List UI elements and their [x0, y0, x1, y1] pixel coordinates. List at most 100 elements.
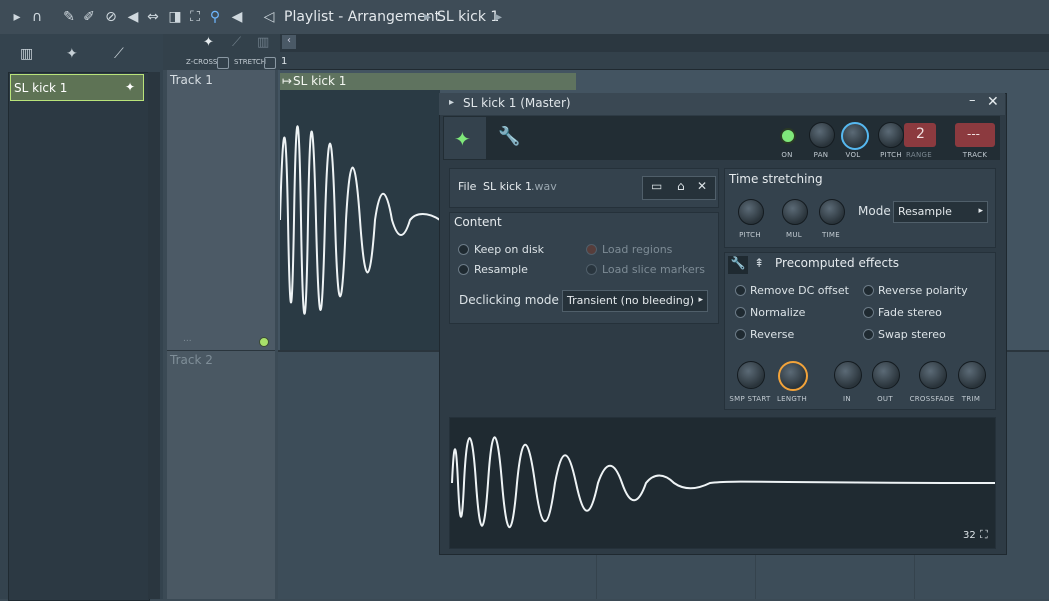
zoom-icon[interactable]: ⚲ [206, 8, 224, 26]
vol-label: VOL [845, 151, 861, 159]
browser-item[interactable]: SL kick 1 ✦ [10, 74, 144, 101]
breadcrumb-sep-icon: ▸ [424, 9, 432, 25]
swap-stereo-radio[interactable] [863, 329, 874, 340]
breadcrumb-arrow-icon[interactable]: ▸ [495, 9, 502, 25]
browser-list [8, 72, 150, 601]
fx-marker-icon[interactable]: ⇞ [754, 256, 764, 270]
wrench-tab-icon[interactable]: 🔧 [498, 126, 520, 147]
reverse-polarity-label: Reverse polarity [878, 284, 968, 297]
ts-pitch-knob[interactable] [738, 199, 764, 225]
swap-stereo-label: Swap stereo [878, 328, 946, 341]
tab-sample[interactable]: ✦ [444, 117, 486, 159]
load-slice-markers-radio[interactable] [586, 264, 597, 275]
crossfade-label: CROSSFADE [909, 395, 955, 403]
pan-knob[interactable] [809, 122, 835, 148]
track-1-header[interactable]: Track 1 ... [167, 70, 275, 350]
piano-icon[interactable]: ▥ [20, 46, 33, 62]
keep-on-disk-label: Keep on disk [474, 243, 545, 256]
audio-icon[interactable]: ✦ [66, 46, 78, 62]
remove-dc-radio[interactable] [735, 285, 746, 296]
breadcrumb-pattern[interactable]: SL kick 1 [437, 9, 499, 25]
declicking-label: Declicking mode [459, 293, 559, 307]
normalize-label: Normalize [750, 306, 806, 319]
audio-clip-body[interactable] [279, 90, 441, 350]
fx-wrench-icon[interactable]: 🔧 [728, 256, 748, 274]
track-1-led-icon[interactable] [259, 337, 269, 347]
mute-icon[interactable]: ◀ [124, 8, 142, 26]
breadcrumb-playlist[interactable]: Playlist - Arrangement [284, 9, 440, 25]
speaker-icon[interactable]: ◁ [260, 8, 278, 26]
fade-stereo-radio[interactable] [863, 307, 874, 318]
ts-mul-label: MUL [786, 231, 802, 239]
clip-arrow-icon: ↦ [282, 74, 293, 88]
audio-tool-icon[interactable]: ✦ [203, 35, 214, 50]
automation-tool-icon[interactable]: ⟋ [232, 35, 241, 50]
paint-icon[interactable]: ✐ [80, 8, 98, 26]
track-value: --- [967, 127, 980, 141]
declicking-value: Transient (no bleeding) [567, 294, 695, 307]
ts-mul-knob[interactable] [782, 199, 808, 225]
select-icon[interactable]: ⛶ [186, 8, 204, 26]
mode-dropdown[interactable]: Resample ▸ [893, 201, 988, 223]
time-stretching-title: Time stretching [729, 172, 823, 186]
window-menu-arrow-icon[interactable]: ▸ [449, 97, 454, 108]
range-display[interactable]: 2 [904, 123, 936, 147]
slice-icon[interactable]: ◨ [166, 8, 184, 26]
arrow-right-icon[interactable]: ▸ [8, 8, 26, 26]
in-label: IN [843, 395, 851, 403]
keep-on-disk-radio[interactable] [458, 244, 469, 255]
load-regions-label: Load regions [602, 243, 673, 256]
file-name: SL kick 1 [483, 180, 532, 193]
delete-icon[interactable]: ⊘ [102, 8, 120, 26]
resample-radio[interactable] [458, 264, 469, 275]
track-1-label: Track 1 [170, 73, 213, 87]
window-titlebar[interactable]: ▸ SL kick 1 (Master) – ✕ [439, 93, 1005, 115]
locate-icon[interactable]: ⌂ [677, 179, 685, 193]
browser-scrollbar[interactable] [148, 72, 160, 599]
close-icon[interactable]: ✕ [987, 94, 999, 110]
declicking-dropdown[interactable]: Transient (no bleeding) ▸ [562, 290, 708, 312]
length-knob[interactable] [778, 361, 808, 391]
mode-label: Mode [858, 204, 891, 218]
pencil-icon[interactable]: ✎ [60, 8, 78, 26]
vol-knob[interactable] [841, 122, 869, 150]
track-display[interactable]: --- [955, 123, 995, 147]
zcross-label: Z-CROSS [186, 58, 218, 66]
track-divider [167, 350, 275, 351]
ts-pitch-label: PITCH [739, 231, 761, 239]
normalize-radio[interactable] [735, 307, 746, 318]
stretch-checkbox[interactable] [264, 57, 276, 69]
reverse-radio[interactable] [735, 329, 746, 340]
playlist-scrollbar[interactable] [280, 34, 1049, 52]
pitch-knob[interactable] [878, 122, 904, 148]
out-knob[interactable] [872, 361, 900, 389]
minimize-icon[interactable]: – [969, 93, 976, 108]
track-label: TRACK [962, 151, 988, 159]
smp-start-knob[interactable] [737, 361, 765, 389]
magnet-icon[interactable]: ∩ [28, 8, 46, 26]
ruler-bar-1: 1 [281, 56, 288, 67]
top-toolbar: ▸ ∩ ✎ ✐ ⊘ ◀ ⇔ ◨ ⛶ ⚲ ◀ ◁ Playlist - Arran… [0, 0, 1049, 35]
reverse-label: Reverse [750, 328, 795, 341]
trim-label: TRIM [961, 395, 981, 403]
slip-icon[interactable]: ⇔ [144, 8, 162, 26]
in-knob[interactable] [834, 361, 862, 389]
zcross-checkbox[interactable] [217, 57, 229, 69]
scroll-left-icon[interactable]: ‹ [282, 35, 296, 49]
ts-time-knob[interactable] [819, 199, 845, 225]
audio-clip-header[interactable]: ↦ SL kick 1 [280, 73, 576, 90]
playback-icon[interactable]: ◀ [228, 8, 246, 26]
on-led-icon[interactable] [780, 128, 796, 144]
piano-tool-icon[interactable]: ▥ [257, 35, 269, 50]
load-regions-radio[interactable] [586, 244, 597, 255]
trim-knob[interactable] [958, 361, 986, 389]
zoom-icon-small[interactable]: ⛶ [980, 528, 988, 542]
reverse-polarity-radio[interactable] [863, 285, 874, 296]
length-label: LENGTH [776, 395, 808, 403]
crossfade-knob[interactable] [919, 361, 947, 389]
folder-icon[interactable]: ▭ [651, 179, 662, 193]
waveform-tab-icon: ✦ [454, 127, 471, 151]
automation-icon[interactable]: ⟋ [114, 46, 124, 62]
sample-waveform-display[interactable]: 32 ⛶ [449, 417, 996, 549]
clear-file-icon[interactable]: ✕ [697, 179, 707, 193]
